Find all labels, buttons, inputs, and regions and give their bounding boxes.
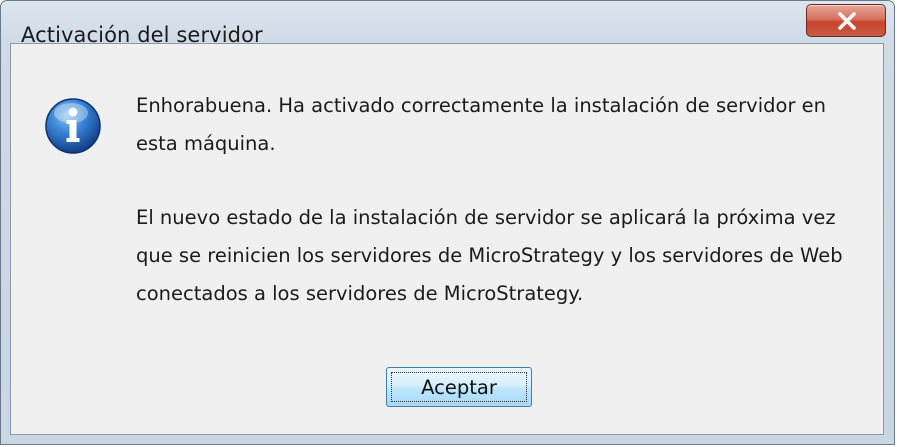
dialog-content: Enhorabuena. Ha activado correctamente l… — [10, 43, 884, 435]
close-button[interactable] — [806, 4, 886, 37]
success-message: Enhorabuena. Ha activado correctamente l… — [136, 94, 827, 155]
info-icon — [44, 97, 102, 159]
accept-button-label: Aceptar — [421, 375, 497, 399]
close-icon — [838, 12, 856, 30]
info-message: El nuevo estado de la instalación de ser… — [136, 206, 843, 305]
accept-button[interactable]: Aceptar — [386, 367, 532, 407]
dialog-window: Activación del servidor Enhorabuena. Ha … — [0, 0, 895, 445]
